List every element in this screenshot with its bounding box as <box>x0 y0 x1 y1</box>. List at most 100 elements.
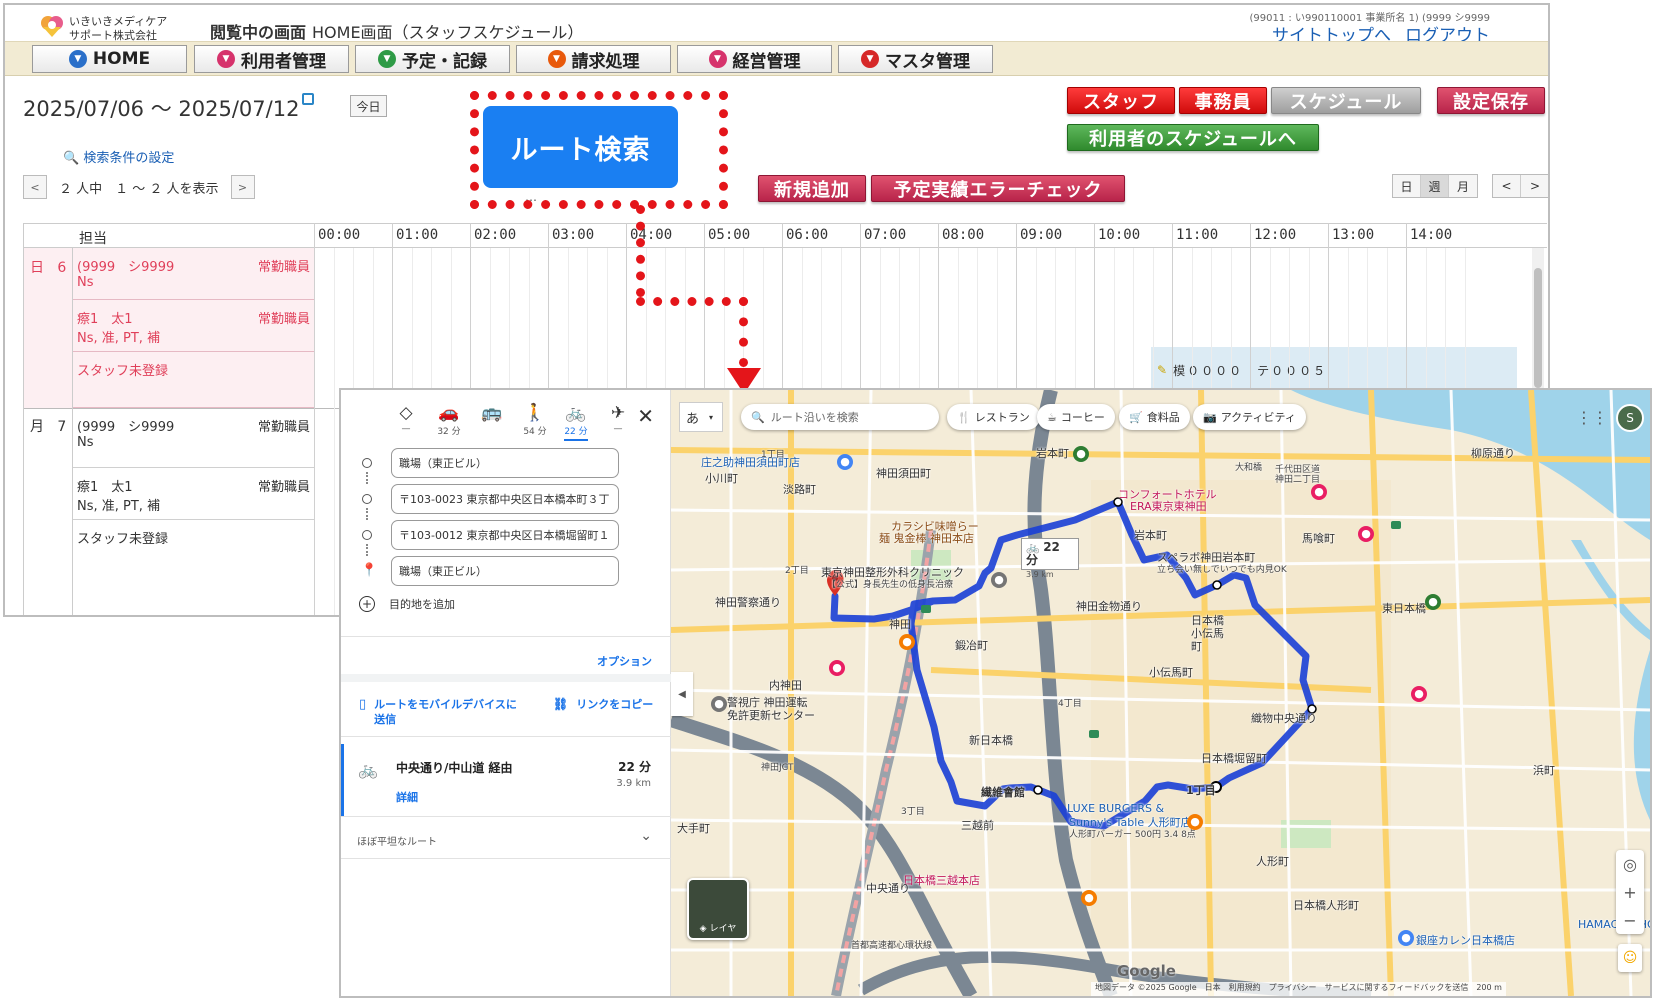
staff-name: (9999 シ9999 <box>77 260 175 275</box>
staff-row[interactable]: 瘵1 太1 Ns, 准, PT, 補 常勤職員 <box>72 300 314 352</box>
ime-selector[interactable]: あ ▾ <box>679 402 723 432</box>
hotel-icon[interactable]: ● <box>1411 686 1427 702</box>
nav-management[interactable]: ▼ 経営管理 <box>677 45 832 73</box>
error-check-button[interactable]: 予定実績エラーチェック <box>871 175 1125 202</box>
chip-activity[interactable]: 📷 アクティビティ <box>1193 404 1306 430</box>
staff-button[interactable]: スタッフ <box>1067 87 1175 114</box>
destination-input[interactable]: 職場（東正ビル） <box>391 556 619 586</box>
hotel-icon[interactable]: ● <box>1358 526 1374 542</box>
map-label: 岩本町 <box>1036 447 1069 460</box>
schedule-button[interactable]: スケジュール <box>1271 87 1421 114</box>
coffee-icon: ☕ <box>1047 410 1057 424</box>
options-link[interactable]: オプション <box>597 653 652 669</box>
map-canvas[interactable]: あ ▾ 🔍 ルート沿いを検索 🍴 レストラン ☕ コーヒー 🛒 食料品 📷 アクティビティ … <box>671 390 1650 996</box>
waypoint-input[interactable]: 職場（東正ビル） <box>391 448 619 478</box>
staff-row[interactable]: スタッフ未登録 <box>72 520 314 615</box>
zoom-out-button[interactable]: − <box>1616 906 1644 934</box>
unassigned-visit-block[interactable]: ✎ 模００００ テ０００５ <box>1151 347 1517 393</box>
restaurant-icon[interactable]: ● <box>1081 890 1097 906</box>
apps-grid-icon[interactable]: ⋮⋮ <box>1576 408 1608 427</box>
mode-bicycle[interactable]: 🚲 22 分 <box>556 402 596 441</box>
zoom-in-button[interactable]: + <box>1616 878 1644 906</box>
user-schedule-button[interactable]: 利用者のスケジュールへ <box>1067 124 1319 151</box>
view-week-button[interactable]: 週 <box>1421 175 1449 197</box>
waypoint-circle-icon <box>362 458 372 468</box>
map-label: 淡路町 <box>783 483 816 496</box>
view-day-button[interactable]: 日 <box>1393 175 1421 197</box>
new-add-button[interactable]: 新規追加 <box>758 175 866 202</box>
next-week-button[interactable]: > <box>1521 175 1548 197</box>
hour-label: 02:00 <box>474 227 517 243</box>
landmark-icon[interactable]: ● <box>711 696 727 712</box>
avatar[interactable]: S <box>1616 404 1644 432</box>
route-time: 22 分 <box>618 760 651 774</box>
map-label: 2丁目 <box>785 566 809 576</box>
copy-link[interactable]: ⛓ リンクをコピー <box>553 697 656 712</box>
chip-grocery[interactable]: 🛒 食料品 <box>1119 404 1190 430</box>
collapse-panel-button[interactable]: ◀ <box>671 672 693 716</box>
next-page-button[interactable]: > <box>230 175 255 199</box>
staff-row[interactable]: (9999 シ9999 Ns 常勤職員 <box>72 408 314 468</box>
restaurant-icon[interactable]: ● <box>899 634 915 650</box>
route-option-card[interactable]: 🚲 中央通り/中山道 経由 詳細 22 分 3.9 km <box>341 744 671 816</box>
layer-toggle[interactable]: ◈ レイヤ <box>687 878 749 940</box>
prev-week-button[interactable]: < <box>1493 175 1521 197</box>
search-conditions-link[interactable]: 🔍 検索条件の設定 <box>63 147 174 166</box>
chip-coffee[interactable]: ☕ コーヒー <box>1037 404 1115 430</box>
route-details-link[interactable]: 詳細 <box>396 789 418 805</box>
quarter-gridline <box>333 248 335 615</box>
staff-row[interactable]: (9999 シ9999 Ns 常勤職員 <box>72 248 314 300</box>
save-settings-button[interactable]: 設定保存 <box>1437 87 1545 114</box>
mode-transit[interactable]: 🚌 <box>472 402 512 424</box>
waypoint-input[interactable]: 〒103-0012 東京都中央区日本橋堀留町１ <box>391 520 619 550</box>
my-location-icon[interactable]: ◎ <box>1616 850 1644 878</box>
view-month-button[interactable]: 月 <box>1449 175 1477 197</box>
shop-icon[interactable]: ● <box>1398 930 1414 946</box>
nav-plan-record[interactable]: ▼ 予定・記録 <box>355 45 510 73</box>
send-to-mobile-link[interactable]: ▯ ルートをモバイルデバイスに送信 <box>359 697 524 727</box>
nav-home[interactable]: ▼ HOME <box>32 45 187 73</box>
staff-row[interactable]: 瘵1 太1 Ns, 准, PT, 補 常勤職員 <box>72 468 314 520</box>
map-label: 小伝馬町 <box>1149 666 1193 679</box>
shop-icon[interactable]: ● <box>837 454 853 470</box>
calendar-icon[interactable] <box>302 93 315 105</box>
shopping-icon[interactable]: ● <box>829 660 845 676</box>
route-time-badge[interactable]: 🚲 22 分 3.9 km <box>1021 538 1079 579</box>
park-icon[interactable]: ● <box>1425 594 1441 610</box>
chip-restaurant[interactable]: 🍴 レストラン <box>947 404 1040 430</box>
mode-flight-time: — <box>613 424 623 434</box>
hour-label: 14:00 <box>1410 227 1453 243</box>
search-along-route-input[interactable]: 🔍 ルート沿いを検索 <box>741 404 939 430</box>
destination-pin-icon: 📍 <box>361 563 378 578</box>
shopping-icon[interactable]: ● <box>1311 484 1327 500</box>
mode-walk[interactable]: 🚶 54 分 <box>515 402 555 437</box>
scrollbar-thumb[interactable] <box>1534 268 1542 388</box>
map-label: 庄之助神田須田町店 <box>701 456 800 469</box>
diamond-icon: ◇ <box>399 403 413 423</box>
office-staff-button[interactable]: 事務員 <box>1179 87 1267 114</box>
nav-master[interactable]: ▼ マスタ管理 <box>838 45 993 73</box>
add-destination[interactable]: + 目的地を追加 <box>359 596 455 612</box>
chevron-down-icon[interactable]: ⌄ <box>640 828 652 844</box>
park-icon[interactable]: ● <box>1073 446 1089 462</box>
landmark-icon[interactable]: ● <box>991 572 1007 588</box>
restaurant-icon[interactable]: ● <box>1187 814 1203 830</box>
route-search-button[interactable]: ルート検索 <box>483 106 678 188</box>
close-icon[interactable]: ✕ <box>637 404 654 428</box>
map-label: 新日本橋 <box>969 734 1013 747</box>
waypoint-input[interactable]: 〒103-0023 東京都中央区日本橋本町３丁 <box>391 484 619 514</box>
staff-row[interactable]: スタッフ未登録 <box>72 352 314 408</box>
today-button[interactable]: 今日 <box>350 95 387 117</box>
arrow-segment <box>636 297 748 306</box>
mode-car[interactable]: 🚗 32 分 <box>429 402 469 437</box>
send-to-mobile-label: ルートをモバイルデバイスに送信 <box>374 698 517 726</box>
nav-billing[interactable]: ▼ 請求処理 <box>516 45 671 73</box>
prev-page-button[interactable]: < <box>23 175 47 199</box>
nav-users[interactable]: ▼ 利用者管理 <box>194 45 349 73</box>
hour-label: 11:00 <box>1176 227 1219 243</box>
pegman-icon[interactable]: ☺ <box>1618 944 1642 972</box>
col-divider <box>72 248 73 615</box>
mode-flight[interactable]: ✈ — <box>598 402 638 434</box>
mode-best[interactable]: ◇ — <box>386 402 426 434</box>
staff-qual: Ns <box>77 275 94 290</box>
